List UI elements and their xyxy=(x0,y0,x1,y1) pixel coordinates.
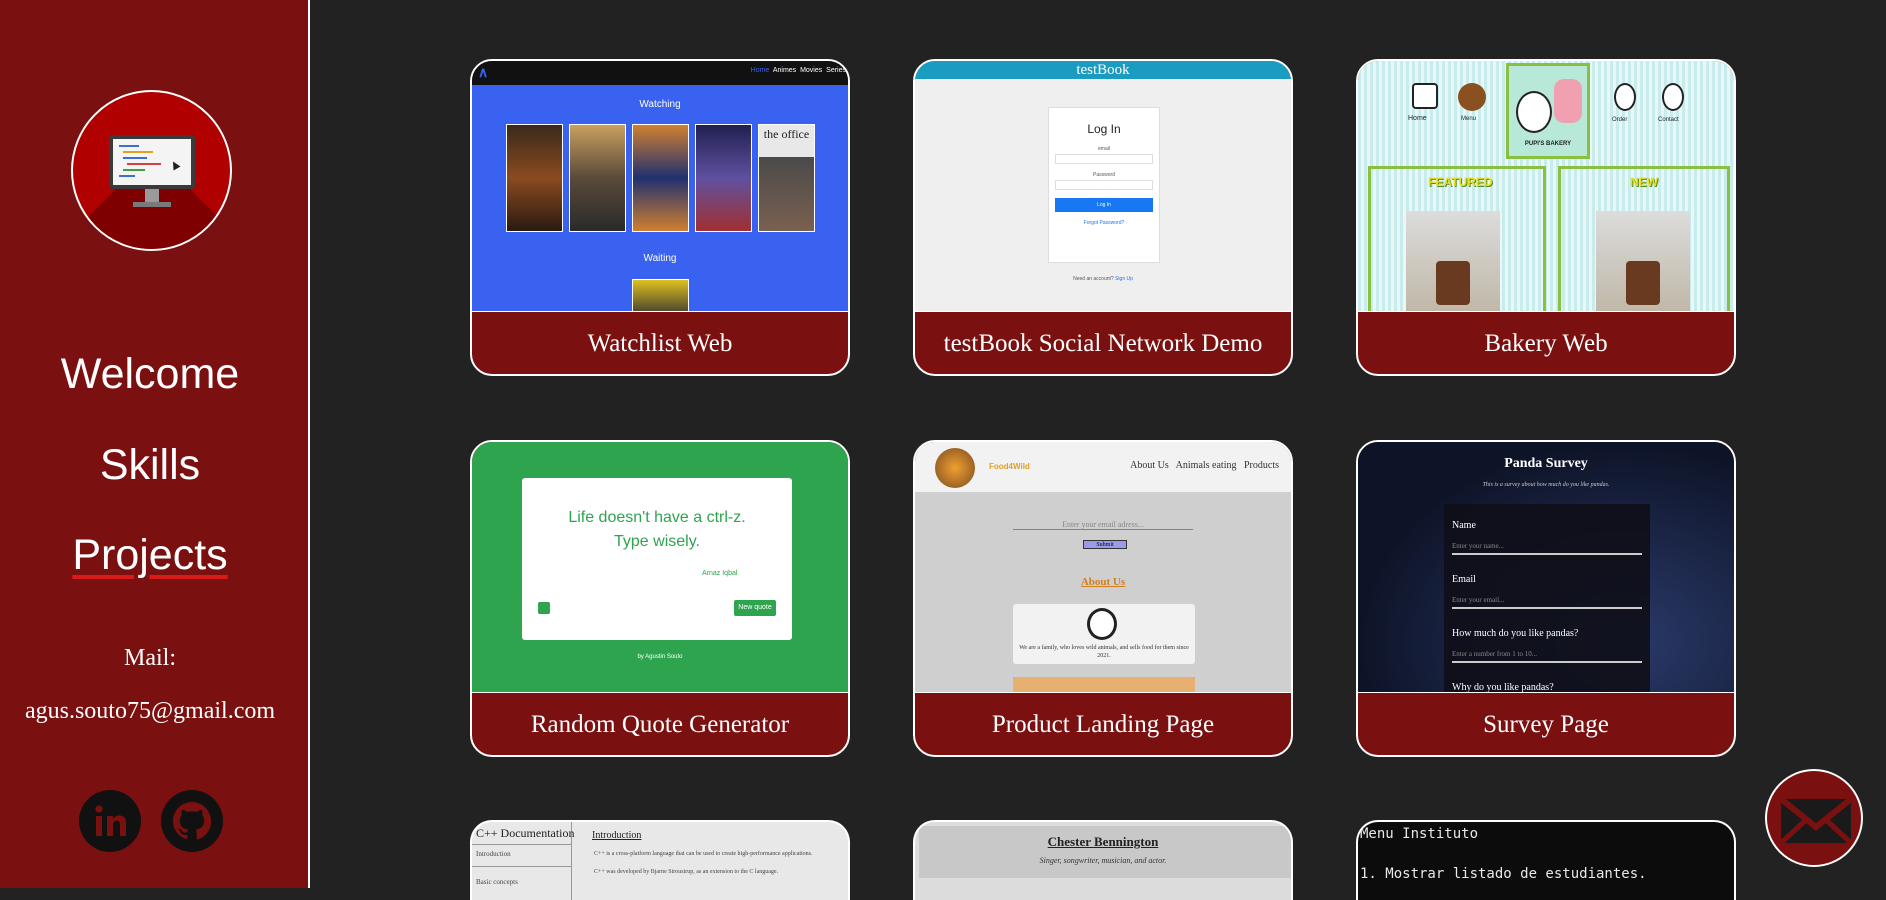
sidebar: Welcome Skills Projects Mail: agus.souto… xyxy=(0,0,310,888)
monitor-code-icon xyxy=(71,90,232,251)
project-card-docs[interactable]: C++ Documentation Introduction Basic con… xyxy=(470,820,850,900)
project-card-landing[interactable]: Food4Wild About Us Animals eating Produc… xyxy=(913,440,1293,757)
project-card-terminal[interactable]: Menu Instituto 1. Mostrar listado de est… xyxy=(1356,820,1736,900)
card-title: Survey Page xyxy=(1358,692,1734,755)
card-title: Bakery Web xyxy=(1358,311,1734,374)
bakery-preview: Home Menu PUPI'S BAKERY Order Contact FE… xyxy=(1358,61,1734,311)
quote-preview: Life doesn't have a ctrl-z. Type wisely.… xyxy=(472,442,848,692)
watchlist-preview: ∧ Home Animes Movies Series Watching the… xyxy=(472,61,848,311)
tribute-preview: Chester Bennington Singer, songwriter, m… xyxy=(915,822,1291,900)
mail-label: Mail: xyxy=(124,645,176,671)
docs-preview: C++ Documentation Introduction Basic con… xyxy=(472,822,848,900)
survey-preview: Panda Survey This is a survey about how … xyxy=(1358,442,1734,692)
github-icon[interactable] xyxy=(161,790,223,852)
terminal-preview: Menu Instituto 1. Mostrar listado de est… xyxy=(1360,826,1647,882)
card-title: testBook Social Network Demo xyxy=(915,311,1291,374)
project-card-bakery[interactable]: Home Menu PUPI'S BAKERY Order Contact FE… xyxy=(1356,59,1736,376)
card-title: Product Landing Page xyxy=(915,692,1291,755)
nav-welcome[interactable]: Welcome xyxy=(0,350,300,399)
linkedin-icon[interactable] xyxy=(79,790,141,852)
testbook-preview: testBook Log In email Password Log In Fo… xyxy=(915,61,1291,311)
card-title: Watchlist Web xyxy=(472,311,848,374)
card-title: Random Quote Generator xyxy=(472,692,848,755)
project-card-watchlist[interactable]: ∧ Home Animes Movies Series Watching the… xyxy=(470,59,850,376)
mail-icon[interactable] xyxy=(1765,769,1863,867)
landing-preview: Food4Wild About Us Animals eating Produc… xyxy=(915,442,1291,692)
mail-address[interactable]: agus.souto75@gmail.com xyxy=(0,698,300,725)
project-card-tribute[interactable]: Chester Bennington Singer, songwriter, m… xyxy=(913,820,1293,900)
project-card-quote[interactable]: Life doesn't have a ctrl-z. Type wisely.… xyxy=(470,440,850,757)
project-card-survey[interactable]: Panda Survey This is a survey about how … xyxy=(1356,440,1736,757)
nav-skills[interactable]: Skills xyxy=(0,441,300,490)
nav-projects[interactable]: Projects xyxy=(0,531,300,580)
project-card-testbook[interactable]: testBook Log In email Password Log In Fo… xyxy=(913,59,1293,376)
